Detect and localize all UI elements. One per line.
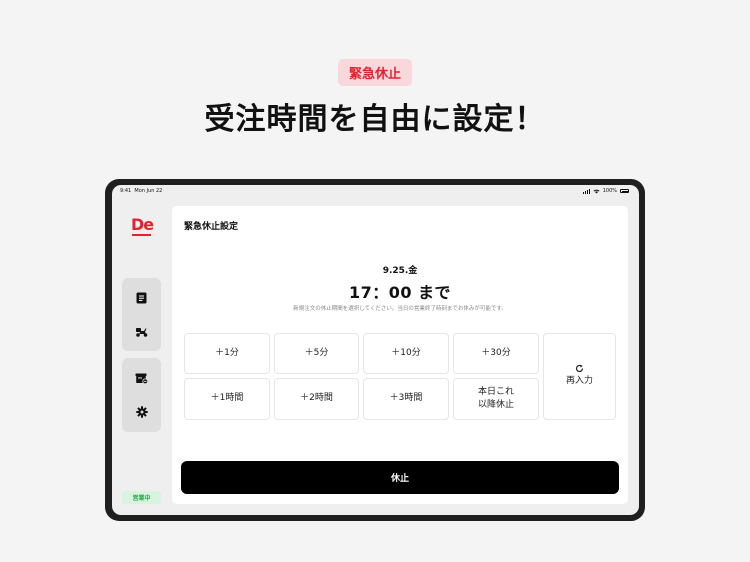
status-time: 9:41 Mon Jun 22	[120, 188, 162, 194]
delivery-scooter-icon[interactable]	[134, 324, 149, 339]
add-1-hour-button[interactable]: ＋1時間	[184, 378, 270, 420]
store-closed-icon[interactable]	[134, 371, 149, 386]
status-clock: 9:41	[120, 188, 132, 194]
panel-title: 緊急休止設定	[184, 222, 239, 232]
app-logo: De	[131, 215, 154, 234]
reset-label: 再入力	[565, 376, 593, 387]
rest-of-day-label-line2: 以降休止	[477, 400, 514, 410]
wifi-icon	[593, 189, 600, 193]
add-5-minutes-button[interactable]: ＋5分	[274, 333, 359, 374]
open-status-badge[interactable]: 営業中	[122, 491, 161, 504]
battery-icon	[620, 189, 629, 193]
pause-until-time: 17：00 まで	[348, 283, 452, 302]
status-bar: 9:41 Mon Jun 22 100%	[112, 185, 639, 197]
add-2-hours-button[interactable]: ＋2時間	[274, 378, 359, 420]
add-30-minutes-button[interactable]: ＋30分	[453, 333, 539, 374]
status-indicators: 100%	[582, 188, 629, 194]
rest-of-day-label-line1: 本日これ	[477, 386, 514, 397]
pause-date: 9.25.金	[382, 266, 418, 276]
tablet-screen: 9:41 Mon Jun 22 100% De 営業中 緊急休止設定 9.25.…	[112, 185, 639, 515]
status-date: Mon Jun 22	[134, 188, 163, 194]
refresh-icon	[575, 365, 584, 373]
add-3-hours-button[interactable]: ＋3時間	[363, 378, 449, 420]
pause-hint-text: 新規注文の休止期間を選択してください。当日の営業終了時刻までお休みが可能です。	[293, 306, 507, 312]
logo-underline	[132, 234, 151, 236]
promo-headline: 受注時間を自由に設定！	[204, 102, 546, 137]
reset-button[interactable]: 再入力	[543, 333, 616, 420]
pause-rest-of-day-button[interactable]: 本日これ 以降休止	[453, 378, 539, 420]
orders-icon[interactable]	[134, 290, 149, 305]
add-1-minute-button[interactable]: ＋1分	[184, 333, 270, 374]
signal-icon	[582, 188, 590, 194]
emergency-pause-badge: 緊急休止	[338, 59, 412, 86]
battery-percent: 100%	[602, 188, 617, 194]
gear-icon[interactable]	[134, 404, 149, 419]
sidebar-group-primary	[122, 278, 161, 351]
sidebar-group-secondary	[122, 358, 161, 432]
emergency-pause-panel: 緊急休止設定 9.25.金 17：00 まで 新規注文の休止期間を選択してくださ…	[172, 206, 628, 504]
pause-button[interactable]: 休止	[181, 461, 619, 494]
add-10-minutes-button[interactable]: ＋10分	[363, 333, 449, 374]
